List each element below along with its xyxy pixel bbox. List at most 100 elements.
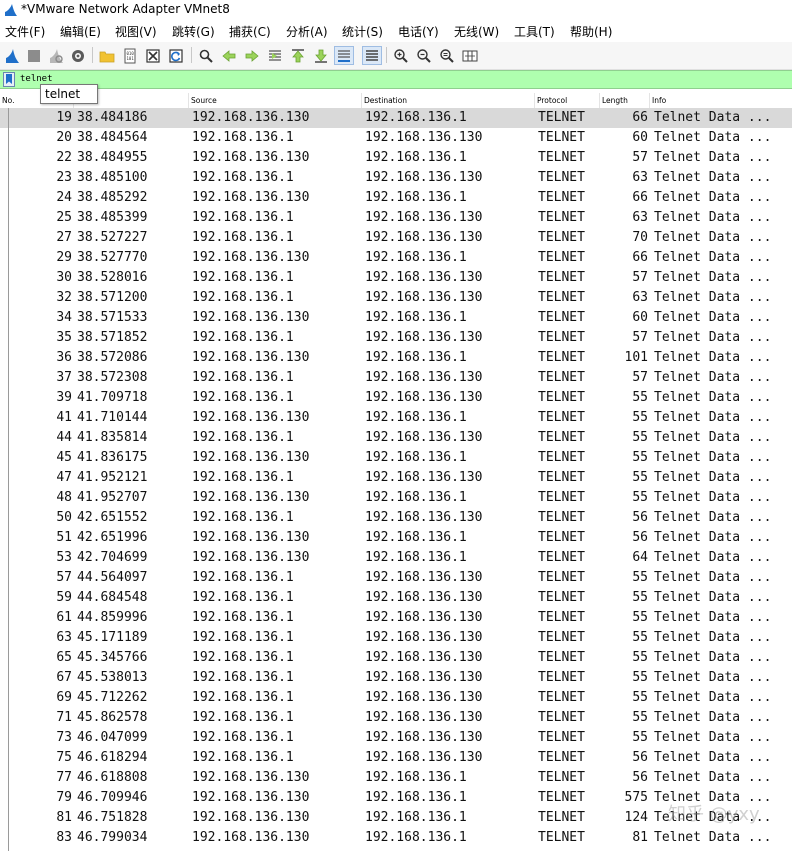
- menu-tools[interactable]: 工具(T): [514, 23, 555, 40]
- menu-statistics[interactable]: 统计(S): [342, 23, 383, 40]
- packet-row[interactable]: 30 38.528016 192.168.136.1 192.168.136.130 T…: [0, 268, 792, 288]
- packet-destination: 192.168.136.1: [365, 250, 467, 265]
- arrow-left-icon[interactable]: [219, 46, 239, 65]
- menu-telephony[interactable]: 电话(Y): [398, 23, 439, 40]
- packet-time: 45.538013: [77, 670, 148, 685]
- wireshark-fin-icon: [5, 4, 17, 16]
- packet-row[interactable]: 34 38.571533 192.168.136.130 192.168.136.1 T…: [0, 308, 792, 328]
- packet-row[interactable]: 53 42.704699 192.168.136.130 192.168.136.1 T…: [0, 548, 792, 568]
- zoom-normal-icon[interactable]: [437, 46, 457, 65]
- packet-row[interactable]: 61 44.859996 192.168.136.1 192.168.136.130 T…: [0, 608, 792, 628]
- packet-row[interactable]: 59 44.684548 192.168.136.1 192.168.136.130 T…: [0, 588, 792, 608]
- packet-row[interactable]: 65 45.345766 192.168.136.1 192.168.136.130 T…: [0, 648, 792, 668]
- menu-edit[interactable]: 编辑(E): [60, 23, 101, 40]
- column-header-source[interactable]: Source: [189, 93, 361, 108]
- packet-row[interactable]: 35 38.571852 192.168.136.1 192.168.136.130 T…: [0, 328, 792, 348]
- packet-source: 192.168.136.1: [192, 470, 294, 485]
- menu-file[interactable]: 文件(F): [5, 23, 45, 40]
- packet-row[interactable]: 48 41.952707 192.168.136.130 192.168.136.1 T…: [0, 488, 792, 508]
- last-packet-icon[interactable]: [311, 46, 331, 65]
- packet-source: 192.168.136.130: [192, 550, 310, 565]
- packet-row[interactable]: 44 41.835814 192.168.136.1 192.168.136.130 T…: [0, 428, 792, 448]
- first-packet-icon[interactable]: [288, 46, 308, 65]
- restart-fin-icon[interactable]: [46, 46, 66, 65]
- packet-protocol: TELNET: [538, 130, 585, 145]
- packet-row[interactable]: 32 38.571200 192.168.136.1 192.168.136.130 T…: [0, 288, 792, 308]
- packet-row[interactable]: 25 38.485399 192.168.136.1 192.168.136.130 T…: [0, 208, 792, 228]
- menu-help[interactable]: 帮助(H): [570, 23, 612, 40]
- packet-row[interactable]: 20 38.484564 192.168.136.1 192.168.136.130 T…: [0, 128, 792, 148]
- packet-source: 192.168.136.1: [192, 590, 294, 605]
- menu-wireless[interactable]: 无线(W): [454, 23, 499, 40]
- packet-row[interactable]: 45 41.836175 192.168.136.130 192.168.136.1 T…: [0, 448, 792, 468]
- reload-icon[interactable]: [166, 46, 186, 65]
- bookmark-icon[interactable]: [3, 72, 15, 87]
- colorize-icon[interactable]: [362, 46, 382, 65]
- packet-protocol: TELNET: [538, 250, 585, 265]
- packet-source: 192.168.136.1: [192, 370, 294, 385]
- column-header-destination[interactable]: Destination: [362, 93, 534, 108]
- packet-length: 55: [632, 630, 648, 645]
- column-header-length[interactable]: Length: [600, 93, 649, 108]
- zoom-in-icon[interactable]: [391, 46, 411, 65]
- packet-no: 44: [56, 430, 72, 445]
- toolbar-separator: [92, 47, 93, 63]
- packet-row[interactable]: 47 41.952121 192.168.136.1 192.168.136.130 T…: [0, 468, 792, 488]
- display-filter-input[interactable]: telnet: [20, 74, 53, 84]
- packet-row[interactable]: 29 38.527770 192.168.136.130 192.168.136.1 T…: [0, 248, 792, 268]
- packet-source: 192.168.136.1: [192, 290, 294, 305]
- autoscroll-icon[interactable]: [334, 46, 354, 65]
- file-binary-icon[interactable]: 010 101: [120, 46, 140, 65]
- packet-row[interactable]: 51 42.651996 192.168.136.130 192.168.136.1 T…: [0, 528, 792, 548]
- packet-source: 192.168.136.1: [192, 570, 294, 585]
- stop-square-icon[interactable]: [24, 46, 44, 65]
- zoom-out-icon[interactable]: [414, 46, 434, 65]
- packet-row[interactable]: 24 38.485292 192.168.136.130 192.168.136.1 T…: [0, 188, 792, 208]
- find-magnifier-icon[interactable]: [196, 46, 216, 65]
- go-to-packet-icon[interactable]: [265, 46, 285, 65]
- resize-columns-icon[interactable]: [460, 46, 480, 65]
- packet-time: 42.704699: [77, 550, 148, 565]
- packet-row[interactable]: 27 38.527227 192.168.136.1 192.168.136.130 T…: [0, 228, 792, 248]
- packet-row[interactable]: 75 46.618294 192.168.136.1 192.168.136.130 T…: [0, 748, 792, 768]
- packet-no: 24: [56, 190, 72, 205]
- packet-destination: 192.168.136.130: [365, 270, 483, 285]
- packet-row[interactable]: 83 46.799034 192.168.136.130 192.168.136.1 T…: [0, 828, 792, 848]
- packet-row[interactable]: 19 38.484186 192.168.136.130 192.168.136.1 T…: [0, 108, 792, 128]
- packet-row[interactable]: 57 44.564097 192.168.136.1 192.168.136.130 T…: [0, 568, 792, 588]
- packet-length: 63: [632, 210, 648, 225]
- packet-time: 38.571852: [77, 330, 148, 345]
- menu-go[interactable]: 跳转(G): [172, 23, 215, 40]
- packet-time: 38.527770: [77, 250, 148, 265]
- packet-row[interactable]: 22 38.484955 192.168.136.130 192.168.136.1 T…: [0, 148, 792, 168]
- packet-row[interactable]: 39 41.709718 192.168.136.1 192.168.136.130 T…: [0, 388, 792, 408]
- menu-analyze[interactable]: 分析(A): [286, 23, 328, 40]
- packet-length: 55: [632, 430, 648, 445]
- packet-row[interactable]: 50 42.651552 192.168.136.1 192.168.136.130 T…: [0, 508, 792, 528]
- open-folder-icon[interactable]: [97, 46, 117, 65]
- options-gear-icon[interactable]: [68, 46, 88, 65]
- packet-row[interactable]: 69 45.712262 192.168.136.1 192.168.136.130 T…: [0, 688, 792, 708]
- packet-time: 46.047099: [77, 730, 148, 745]
- menu-view[interactable]: 视图(V): [115, 23, 157, 40]
- close-file-icon[interactable]: [143, 46, 163, 65]
- packet-info: Telnet Data ...: [654, 170, 772, 185]
- column-header-protocol[interactable]: Protocol: [535, 93, 599, 108]
- packet-row[interactable]: 37 38.572308 192.168.136.1 192.168.136.130 T…: [0, 368, 792, 388]
- packet-row[interactable]: 36 38.572086 192.168.136.130 192.168.136.1 T…: [0, 348, 792, 368]
- column-header-info[interactable]: Info: [650, 93, 792, 108]
- shark-fin-start-icon[interactable]: [2, 46, 22, 65]
- packet-row[interactable]: 63 45.171189 192.168.136.1 192.168.136.130 T…: [0, 628, 792, 648]
- filter-autocomplete-popup[interactable]: telnet: [40, 84, 98, 104]
- packet-row[interactable]: 73 46.047099 192.168.136.1 192.168.136.130 T…: [0, 728, 792, 748]
- packet-list: 19 38.484186 192.168.136.130 192.168.136.1 T…: [0, 108, 792, 851]
- packet-row[interactable]: 23 38.485100 192.168.136.1 192.168.136.130 T…: [0, 168, 792, 188]
- packet-length: 55: [632, 470, 648, 485]
- arrow-right-icon[interactable]: [242, 46, 262, 65]
- packet-row[interactable]: 77 46.618808 192.168.136.130 192.168.136.1 T…: [0, 768, 792, 788]
- packet-row[interactable]: 67 45.538013 192.168.136.1 192.168.136.130 T…: [0, 668, 792, 688]
- autocomplete-item[interactable]: telnet: [45, 87, 80, 101]
- packet-row[interactable]: 41 41.710144 192.168.136.130 192.168.136.1 T…: [0, 408, 792, 428]
- menu-capture[interactable]: 捕获(C): [229, 23, 271, 40]
- packet-row[interactable]: 71 45.862578 192.168.136.1 192.168.136.130 T…: [0, 708, 792, 728]
